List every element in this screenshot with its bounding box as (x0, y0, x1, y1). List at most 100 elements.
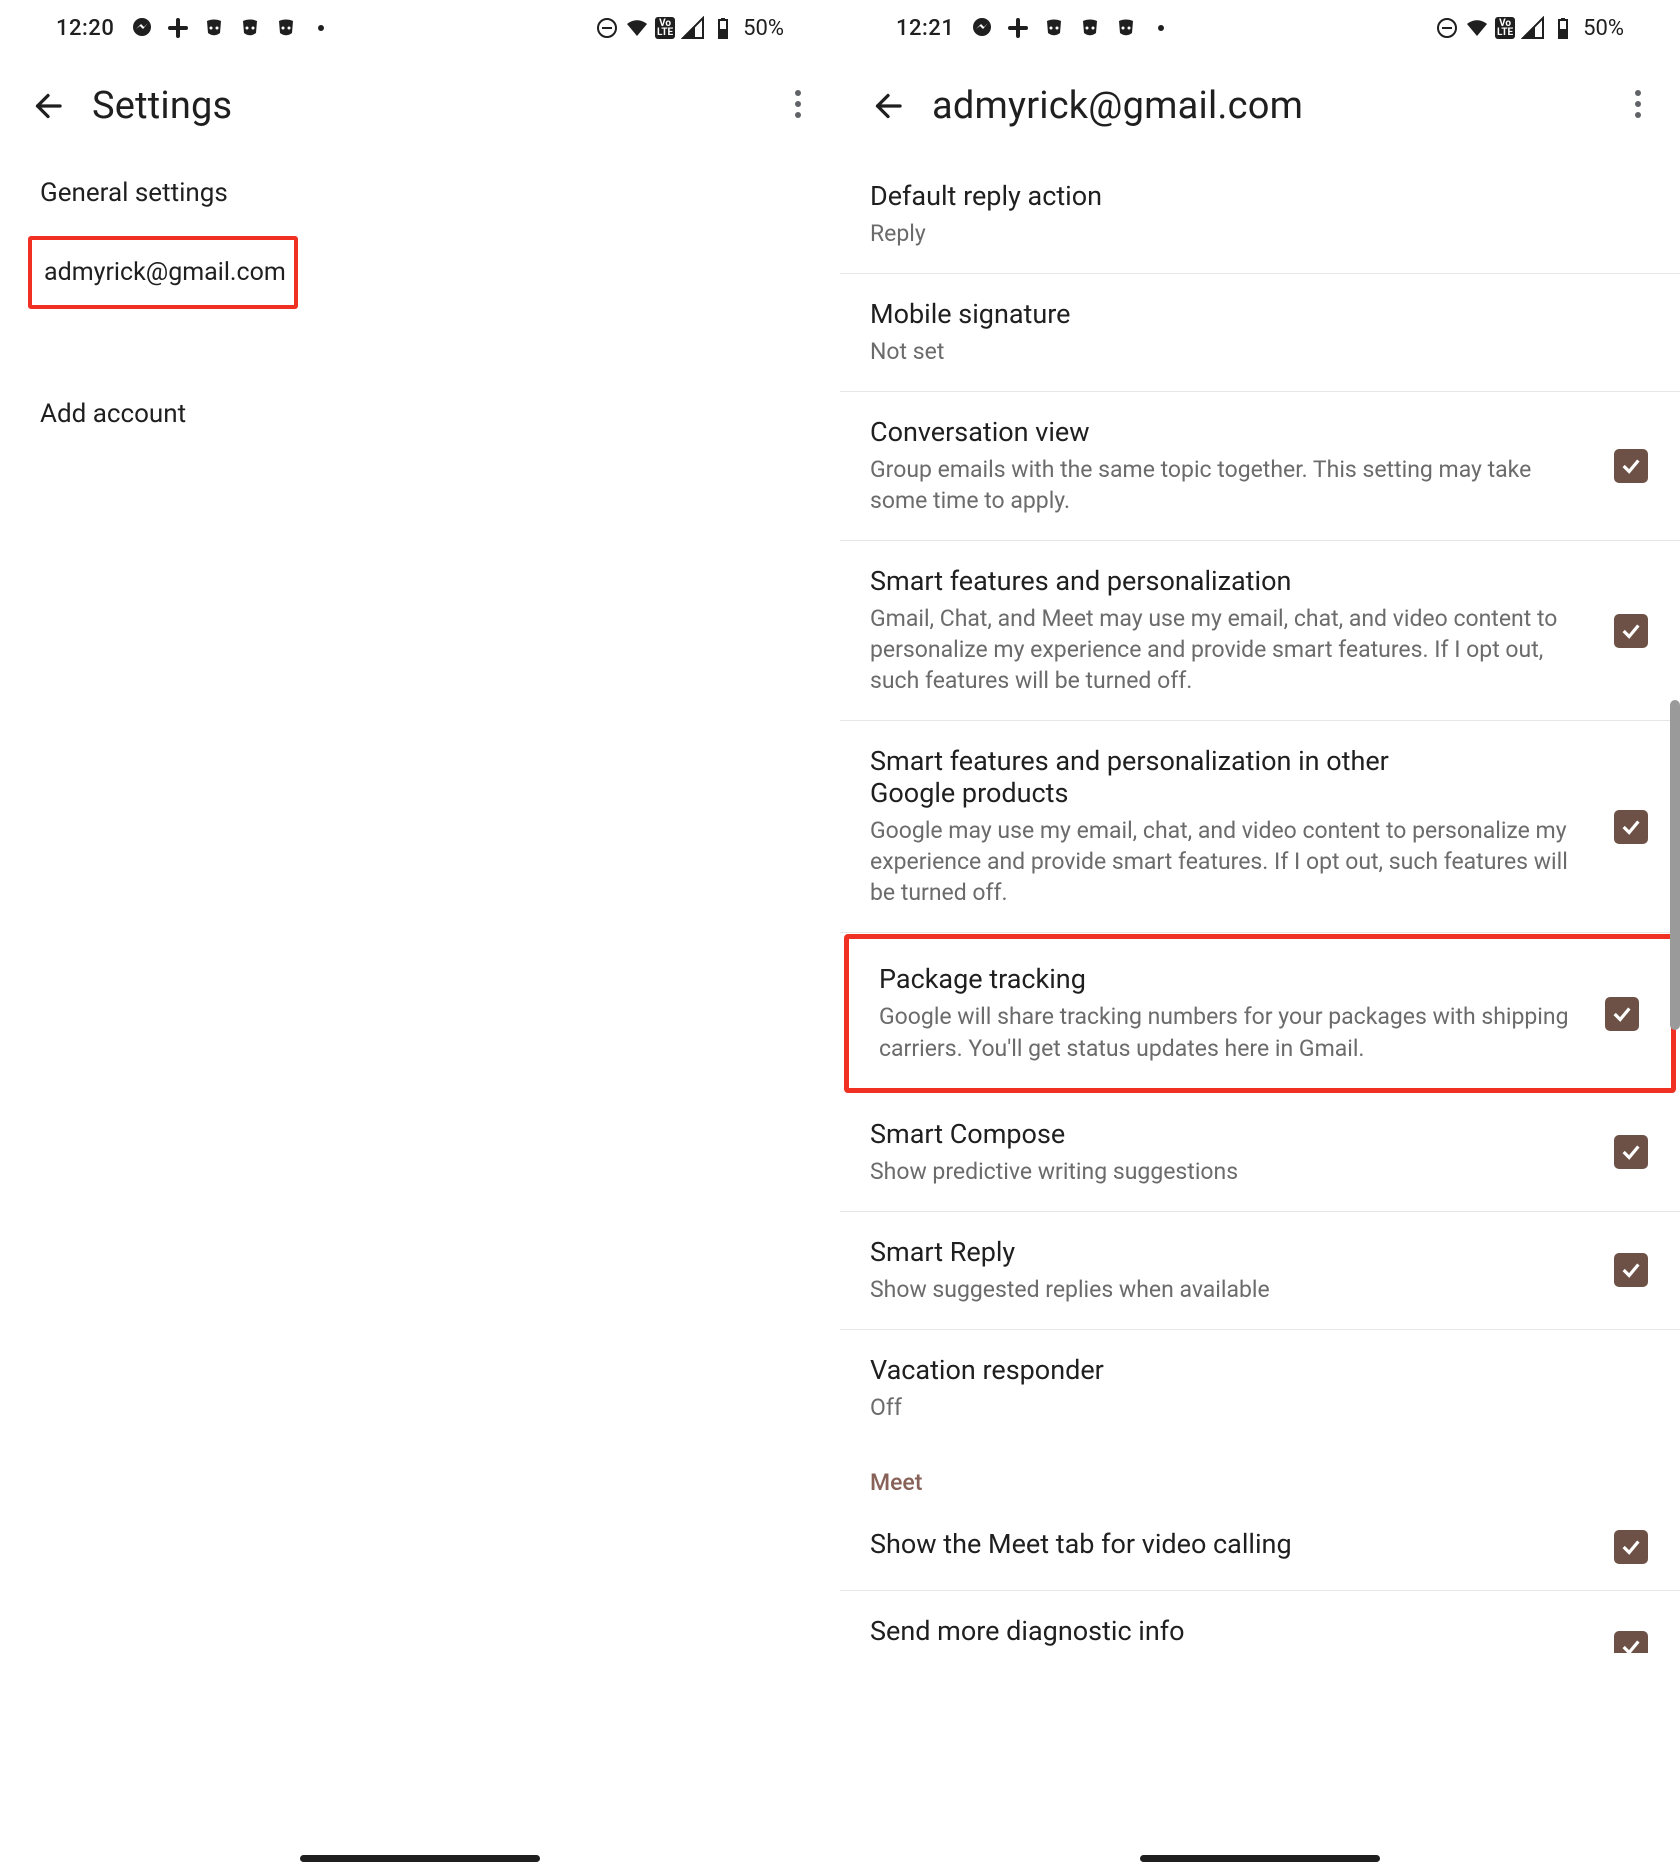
general-settings-row[interactable]: General settings (0, 156, 840, 230)
scrollbar-thumb[interactable] (1670, 700, 1680, 1030)
messenger-icon (130, 16, 154, 40)
status-time: 12:21 (896, 16, 954, 41)
check-icon (1620, 816, 1642, 838)
slack-icon (166, 16, 190, 40)
more-notifications-dot (318, 25, 324, 31)
setting-title: Conversation view (870, 416, 1590, 448)
phone-left: 12:20 VoLTE 50% Settings General setting… (0, 0, 840, 1872)
more-vert-icon (1634, 89, 1642, 119)
back-button[interactable] (868, 86, 908, 126)
app-bar: Settings (0, 56, 840, 156)
wifi-icon (625, 16, 649, 40)
status-system-icons: VoLTE 50% (1435, 16, 1624, 41)
messenger-icon (970, 16, 994, 40)
back-arrow-icon (870, 88, 906, 124)
more-vert-icon (794, 89, 802, 119)
setting-title: Send more diagnostic info (870, 1615, 1590, 1647)
status-bar: 12:20 VoLTE 50% (0, 0, 840, 56)
setting-default-reply[interactable]: Default reply action Reply (840, 156, 1680, 274)
setting-title: Mobile signature (870, 298, 1634, 330)
checkbox-diagnostic-info[interactable] (1614, 1631, 1648, 1653)
phone-right: 12:21 VoLTE 50% admyrick@gmail.com (840, 0, 1680, 1872)
discord-icon (202, 16, 226, 40)
setting-subtitle: Show suggested replies when available (870, 1274, 1590, 1305)
signal-icon (681, 16, 705, 40)
checkbox-smart-features-other[interactable] (1614, 810, 1648, 844)
page-title: admyrick@gmail.com (932, 84, 1303, 128)
back-button[interactable] (28, 86, 68, 126)
check-icon (1620, 1636, 1642, 1658)
page-title: Settings (92, 84, 232, 128)
slack-icon (1006, 16, 1030, 40)
setting-conversation-view[interactable]: Conversation view Group emails with the … (840, 392, 1680, 541)
setting-diagnostic-info[interactable]: Send more diagnostic info (840, 1591, 1680, 1661)
setting-package-tracking[interactable]: Package tracking Google will share track… (844, 934, 1676, 1092)
dnd-icon (595, 16, 619, 40)
battery-percentage: 50% (1583, 16, 1624, 41)
check-icon (1611, 1003, 1633, 1025)
setting-smart-features-other[interactable]: Smart features and personalization in ot… (840, 721, 1680, 933)
setting-title: Smart features and personalization (870, 565, 1590, 597)
checkbox-package-tracking[interactable] (1605, 997, 1639, 1031)
wifi-icon (1465, 16, 1489, 40)
overflow-menu-button[interactable] (794, 89, 812, 123)
discord-icon (274, 16, 298, 40)
setting-smart-compose[interactable]: Smart Compose Show predictive writing su… (840, 1094, 1680, 1212)
app-bar: admyrick@gmail.com (840, 56, 1680, 156)
section-header-meet: Meet (840, 1447, 1680, 1504)
status-bar: 12:21 VoLTE 50% (840, 0, 1680, 56)
setting-title: Default reply action (870, 180, 1634, 212)
setting-subtitle: Not set (870, 336, 1634, 367)
setting-subtitle: Google may use my email, chat, and video… (870, 815, 1590, 908)
setting-title: Show the Meet tab for video calling (870, 1528, 1590, 1560)
check-icon (1620, 1536, 1642, 1558)
setting-meet-tab[interactable]: Show the Meet tab for video calling (840, 1504, 1680, 1591)
setting-smart-reply[interactable]: Smart Reply Show suggested replies when … (840, 1212, 1680, 1330)
setting-subtitle: Show predictive writing suggestions (870, 1156, 1590, 1187)
setting-title: Smart Reply (870, 1236, 1590, 1268)
setting-title: Vacation responder (870, 1354, 1634, 1386)
status-notification-icons (130, 16, 324, 40)
setting-subtitle: Off (870, 1392, 1634, 1423)
setting-subtitle: Gmail, Chat, and Meet may use my email, … (870, 603, 1590, 696)
setting-mobile-signature[interactable]: Mobile signature Not set (840, 274, 1680, 392)
setting-title: Smart features and personalization in ot… (870, 745, 1460, 809)
battery-icon (711, 16, 735, 40)
volte-icon: VoLTE (655, 17, 675, 39)
setting-vacation-responder[interactable]: Vacation responder Off (840, 1330, 1680, 1447)
add-account-row[interactable]: Add account (0, 343, 840, 451)
signal-icon (1521, 16, 1545, 40)
nav-handle[interactable] (300, 1855, 540, 1862)
account-row[interactable]: admyrick@gmail.com (28, 236, 298, 309)
volte-icon: VoLTE (1495, 17, 1515, 39)
setting-subtitle: Reply (870, 218, 1634, 249)
battery-icon (1551, 16, 1575, 40)
checkbox-meet-tab[interactable] (1614, 1530, 1648, 1564)
discord-icon (1078, 16, 1102, 40)
nav-handle[interactable] (1140, 1855, 1380, 1862)
setting-subtitle: Group emails with the same topic togethe… (870, 454, 1590, 516)
dnd-icon (1435, 16, 1459, 40)
discord-icon (1042, 16, 1066, 40)
status-system-icons: VoLTE 50% (595, 16, 784, 41)
checkbox-smart-reply[interactable] (1614, 1253, 1648, 1287)
check-icon (1620, 620, 1642, 642)
battery-percentage: 50% (743, 16, 784, 41)
setting-subtitle: Google will share tracking numbers for y… (879, 1001, 1581, 1063)
status-notification-icons (970, 16, 1164, 40)
check-icon (1620, 455, 1642, 477)
back-arrow-icon (30, 88, 66, 124)
setting-title: Smart Compose (870, 1118, 1590, 1150)
discord-icon (238, 16, 262, 40)
discord-icon (1114, 16, 1138, 40)
checkbox-smart-compose[interactable] (1614, 1135, 1648, 1169)
overflow-menu-button[interactable] (1634, 89, 1652, 123)
check-icon (1620, 1141, 1642, 1163)
checkbox-conversation-view[interactable] (1614, 449, 1648, 483)
check-icon (1620, 1259, 1642, 1281)
setting-title: Package tracking (879, 963, 1581, 995)
checkbox-smart-features[interactable] (1614, 614, 1648, 648)
setting-smart-features[interactable]: Smart features and personalization Gmail… (840, 541, 1680, 721)
status-time: 12:20 (56, 16, 114, 41)
more-notifications-dot (1158, 25, 1164, 31)
